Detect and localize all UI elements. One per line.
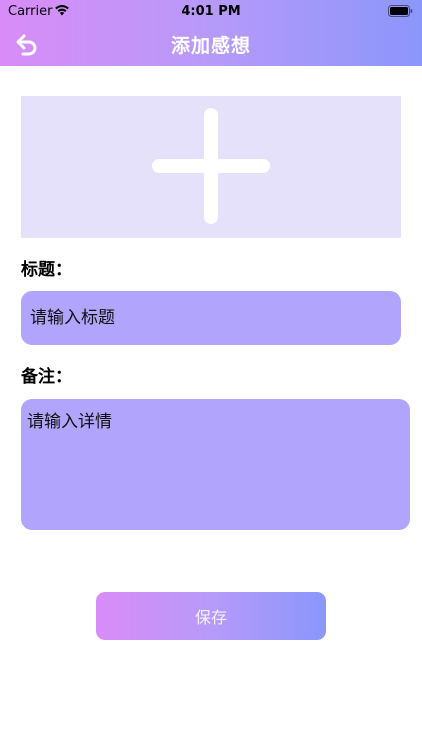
image-picker[interactable] (21, 96, 401, 238)
plus-icon (152, 108, 270, 224)
title-label: 标题： (21, 260, 72, 280)
title-input[interactable] (21, 291, 401, 345)
save-button[interactable]: 保存 (96, 592, 326, 640)
header-bar: Carrier 4:01 PM 添加感想 (0, 0, 422, 66)
page-title: 添加感想 (170, 35, 251, 57)
status-time: 4:01 PM (181, 4, 241, 19)
note-label: 备注： (21, 367, 72, 387)
navigation-bar: 添加感想 (0, 22, 422, 66)
battery-icon (388, 5, 413, 17)
status-bar: Carrier 4:01 PM (0, 0, 422, 22)
note-input[interactable] (21, 399, 410, 530)
